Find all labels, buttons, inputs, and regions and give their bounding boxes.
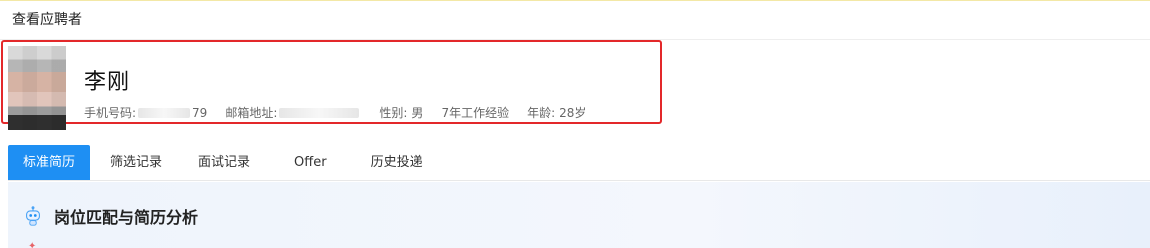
- experience-field: 7年工作经验: [441, 104, 509, 121]
- tab-offer[interactable]: Offer: [266, 145, 355, 180]
- tab-standard-resume[interactable]: 标准简历: [8, 145, 91, 180]
- email-field: 邮箱地址:: [225, 104, 361, 121]
- next-section-hint: ✦: [28, 242, 158, 248]
- star-icon: ✦: [28, 241, 37, 248]
- tab-interview-records[interactable]: 面试记录: [182, 145, 266, 180]
- analysis-panel: 岗位匹配与简历分析 ✦: [8, 182, 1150, 248]
- gender-value: 男: [411, 106, 424, 120]
- candidate-meta: 手机号码: 79 邮箱地址: 性别: 男 7年工作经验 年龄: 28岁: [84, 104, 604, 121]
- phone-field: 手机号码: 79: [84, 104, 207, 121]
- age-field: 年龄: 28岁: [527, 104, 586, 121]
- gender-field: 性别: 男: [379, 104, 423, 121]
- phone-label: 手机号码:: [84, 106, 137, 120]
- email-redacted: [279, 107, 360, 118]
- candidate-view-page: 查看应聘者 李刚 手机号码: 79 邮箱地址: 性别: 男 7年工作经验 年龄:…: [0, 0, 1150, 248]
- title-bar: 查看应聘者: [0, 0, 1150, 40]
- experience-value: 7年工作经验: [441, 106, 510, 120]
- candidate-profile: 李刚 手机号码: 79 邮箱地址: 性别: 男 7年工作经验 年龄: 28岁: [0, 40, 1150, 140]
- phone-visible-tail: 79: [192, 105, 208, 120]
- tab-screening-records[interactable]: 筛选记录: [90, 145, 182, 180]
- age-value: 28岁: [559, 106, 587, 120]
- email-label: 邮箱地址:: [225, 106, 278, 120]
- candidate-avatar: [8, 46, 66, 130]
- phone-redacted: [138, 107, 191, 118]
- age-label: 年龄:: [527, 106, 556, 120]
- candidate-name: 李刚: [84, 70, 131, 95]
- robot-icon: [26, 206, 40, 226]
- tab-history-applications[interactable]: 历史投递: [355, 145, 439, 180]
- analysis-header: 岗位匹配与简历分析: [22, 204, 198, 228]
- resume-tabs: 标准简历 筛选记录 面试记录 Offer 历史投递: [8, 145, 1150, 181]
- gender-label: 性别:: [379, 106, 408, 120]
- analysis-title: 岗位匹配与简历分析: [54, 208, 199, 227]
- page-title: 查看应聘者: [12, 12, 82, 28]
